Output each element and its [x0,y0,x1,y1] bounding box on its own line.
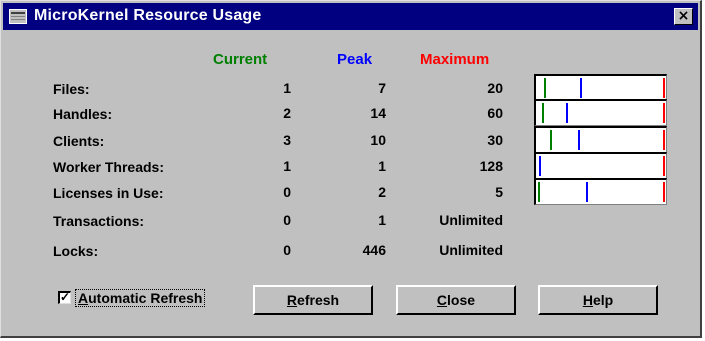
row-label: Worker Threads: [53,159,164,175]
peak-value: 14 [370,105,386,121]
row-label: Locks: [53,243,99,259]
row-label: Clients: [53,133,105,149]
current-value: 0 [283,184,291,200]
peak-marker [578,130,580,150]
current-header: Current [213,51,268,68]
maximum-marker [663,130,665,150]
maximum-value: 5 [495,184,503,200]
usage-meter [534,126,667,153]
title-bar[interactable]: MicroKernel Resource Usage × [3,3,698,30]
peak-marker [580,78,582,98]
current-marker [550,130,552,150]
window-title: MicroKernel Resource Usage [34,7,262,24]
resource-usage-dialog: MicroKernel Resource Usage × Current Pea… [0,0,702,338]
current-marker [542,103,544,123]
maximum-value: 128 [479,158,503,174]
usage-meter [534,74,667,101]
maximum-marker [663,78,665,98]
current-marker [538,182,540,202]
peak-value: 1 [378,158,386,174]
automatic-refresh-checkbox[interactable]: ✓ [58,291,71,304]
peak-value: 7 [378,80,386,96]
row-label: Files: [53,81,90,97]
maximum-header: Maximum [420,51,490,68]
close-window-button[interactable]: × [674,8,693,25]
maximum-marker [663,182,665,202]
maximum-value: 30 [487,132,503,148]
peak-value: 1 [378,212,386,228]
maximum-value: Unlimited [439,212,503,228]
usage-meter [534,152,667,179]
maximum-value: Unlimited [439,242,503,258]
system-menu-icon[interactable] [9,9,27,24]
current-value: 3 [283,132,291,148]
current-value: 1 [283,158,291,174]
refresh-button[interactable]: Refresh [253,285,373,315]
row-label: Licenses in Use: [53,185,164,201]
maximum-marker [663,156,665,176]
row-label: Handles: [53,106,113,122]
peak-value: 446 [362,242,386,258]
maximum-value: 60 [487,105,503,121]
current-value: 2 [283,105,291,121]
maximum-value: 20 [487,80,503,96]
current-marker [544,78,546,98]
automatic-refresh-label[interactable]: Automatic Refresh [75,289,206,307]
usage-meter [534,99,667,126]
peak-header: Peak [337,51,373,68]
current-value: 0 [283,242,291,258]
maximum-marker [663,103,665,123]
peak-marker [586,182,588,202]
usage-meter [534,178,667,205]
current-value: 1 [283,80,291,96]
peak-value: 10 [370,132,386,148]
peak-value: 2 [378,184,386,200]
peak-marker [566,103,568,123]
current-value: 0 [283,212,291,228]
help-button[interactable]: Help [538,285,658,315]
row-label: Transactions: [53,213,145,229]
close-button[interactable]: Close [396,285,516,315]
peak-marker [539,156,541,176]
